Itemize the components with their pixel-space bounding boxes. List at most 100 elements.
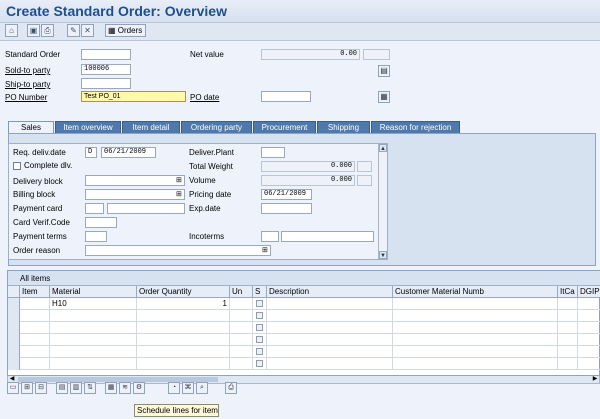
sort-icon[interactable]: ⇅ xyxy=(84,382,96,394)
customer-material-number-cell[interactable] xyxy=(393,358,558,370)
item-details-icon[interactable]: ▭ xyxy=(7,382,19,394)
unit-cell[interactable] xyxy=(230,298,253,310)
delete-icon[interactable]: ✕ xyxy=(81,24,94,37)
card-verif-code-field[interactable] xyxy=(85,217,117,228)
copy-icon[interactable]: ▣ xyxy=(27,24,40,37)
sales-vertical-scrollbar[interactable]: ▲ ▼ xyxy=(378,144,387,259)
description-cell[interactable] xyxy=(267,310,393,322)
itca-cell[interactable] xyxy=(558,358,578,370)
s-cell[interactable] xyxy=(253,358,267,370)
s-cell[interactable] xyxy=(253,298,267,310)
insert-row-icon[interactable]: ⊞ xyxy=(21,382,33,394)
tab-item-detail[interactable]: Item detail xyxy=(122,121,180,133)
item-print-icon[interactable]: ⎙ xyxy=(225,382,237,394)
tab-procurement[interactable]: Procurement xyxy=(253,121,316,133)
description-cell[interactable] xyxy=(267,358,393,370)
s-cell[interactable] xyxy=(253,346,267,358)
pricing-icon[interactable]: ≋ xyxy=(119,382,131,394)
document-icon[interactable]: ▤ xyxy=(378,65,390,77)
schedule-line-checkbox[interactable] xyxy=(256,336,263,343)
row-selector[interactable] xyxy=(8,310,20,322)
unit-cell[interactable] xyxy=(230,346,253,358)
column-header-order-quantity[interactable]: Order Quantity xyxy=(137,286,230,298)
tab-shipping[interactable]: Shipping xyxy=(317,121,370,133)
payment-card-type-field[interactable] xyxy=(85,203,104,214)
item-cell[interactable] xyxy=(20,334,50,346)
po-number-field[interactable]: Test PO_01 xyxy=(81,91,186,102)
ship-to-party-field[interactable] xyxy=(81,78,131,89)
unit-cell[interactable] xyxy=(230,334,253,346)
item-cell[interactable] xyxy=(20,346,50,358)
order-quantity-cell[interactable] xyxy=(137,358,230,370)
unit-cell[interactable] xyxy=(230,358,253,370)
payment-terms-field[interactable] xyxy=(85,231,107,242)
tab-reason-for-rejection[interactable]: Reason for rejection xyxy=(371,121,460,133)
itca-cell[interactable] xyxy=(558,310,578,322)
dgip-cell[interactable] xyxy=(578,298,600,310)
column-header-material[interactable]: Material xyxy=(50,286,137,298)
table-row[interactable] xyxy=(8,310,600,322)
deselect-all-icon[interactable]: ▥ xyxy=(70,382,82,394)
row-selector[interactable] xyxy=(8,346,20,358)
schedule-line-checkbox[interactable] xyxy=(256,300,263,307)
customer-material-number-cell[interactable] xyxy=(393,298,558,310)
req-deliv-date-field[interactable]: 06/21/2009 xyxy=(101,147,156,158)
billing-block-field[interactable] xyxy=(85,189,185,200)
tab-ordering-party[interactable]: Ordering party xyxy=(181,121,252,133)
dgip-cell[interactable] xyxy=(578,322,600,334)
description-cell[interactable] xyxy=(267,298,393,310)
po-date-field[interactable] xyxy=(261,91,311,102)
material-cell[interactable] xyxy=(50,358,137,370)
itca-cell[interactable] xyxy=(558,298,578,310)
column-header-s[interactable]: S xyxy=(253,286,267,298)
product-selection-icon[interactable]: ⌘ xyxy=(182,382,194,394)
dgip-cell[interactable] xyxy=(578,346,600,358)
row-selector[interactable] xyxy=(8,322,20,334)
table-row[interactable] xyxy=(8,322,600,334)
incoterms-location-field[interactable] xyxy=(281,231,374,242)
itca-cell[interactable] xyxy=(558,322,578,334)
schedule-line-checkbox[interactable] xyxy=(256,312,263,319)
item-cell[interactable] xyxy=(20,322,50,334)
order-quantity-cell[interactable] xyxy=(137,334,230,346)
scroll-up-icon[interactable]: ▲ xyxy=(379,144,387,152)
order-quantity-cell[interactable] xyxy=(137,310,230,322)
delivery-block-dropdown-icon[interactable]: ⊞ xyxy=(176,176,182,185)
table-row[interactable] xyxy=(8,334,600,346)
availability-icon[interactable]: ◔ xyxy=(168,382,180,394)
s-cell[interactable] xyxy=(253,334,267,346)
configuration-icon[interactable]: ⚙ xyxy=(133,382,145,394)
dgip-cell[interactable] xyxy=(578,310,600,322)
item-cell[interactable] xyxy=(20,310,50,322)
material-cell[interactable]: H10 xyxy=(50,298,137,310)
customer-material-number-cell[interactable] xyxy=(393,334,558,346)
column-header-item[interactable]: Item xyxy=(20,286,50,298)
column-header-description[interactable]: Description xyxy=(267,286,393,298)
row-selector[interactable] xyxy=(8,334,20,346)
incoterms-field[interactable] xyxy=(261,231,279,242)
item-cell[interactable] xyxy=(20,298,50,310)
sold-to-party-field[interactable]: 100006 xyxy=(81,64,131,75)
item-search-icon[interactable]: ⌕ xyxy=(196,382,208,394)
material-cell[interactable] xyxy=(50,310,137,322)
s-cell[interactable] xyxy=(253,322,267,334)
unit-cell[interactable] xyxy=(230,322,253,334)
order-reason-field[interactable] xyxy=(85,245,271,256)
order-quantity-cell[interactable]: 1 xyxy=(137,298,230,310)
exp-date-field[interactable] xyxy=(261,203,312,214)
description-cell[interactable] xyxy=(267,346,393,358)
column-header-customer-material-number[interactable]: Customer Material Numb xyxy=(393,286,558,298)
orders-button[interactable]: ▦ Orders xyxy=(105,24,147,37)
row-selector-header[interactable] xyxy=(8,286,20,298)
customer-material-number-cell[interactable] xyxy=(393,310,558,322)
itca-cell[interactable] xyxy=(558,346,578,358)
display-doc-flow-icon[interactable]: ⌂ xyxy=(5,24,18,37)
row-selector[interactable] xyxy=(8,298,20,310)
material-cell[interactable] xyxy=(50,346,137,358)
print-icon[interactable]: ⎙ xyxy=(41,24,54,37)
scroll-right-icon[interactable]: ▶ xyxy=(591,376,599,383)
unit-cell[interactable] xyxy=(230,310,253,322)
customer-material-number-cell[interactable] xyxy=(393,346,558,358)
s-cell[interactable] xyxy=(253,310,267,322)
tab-item-overview[interactable]: Item overview xyxy=(55,121,121,133)
